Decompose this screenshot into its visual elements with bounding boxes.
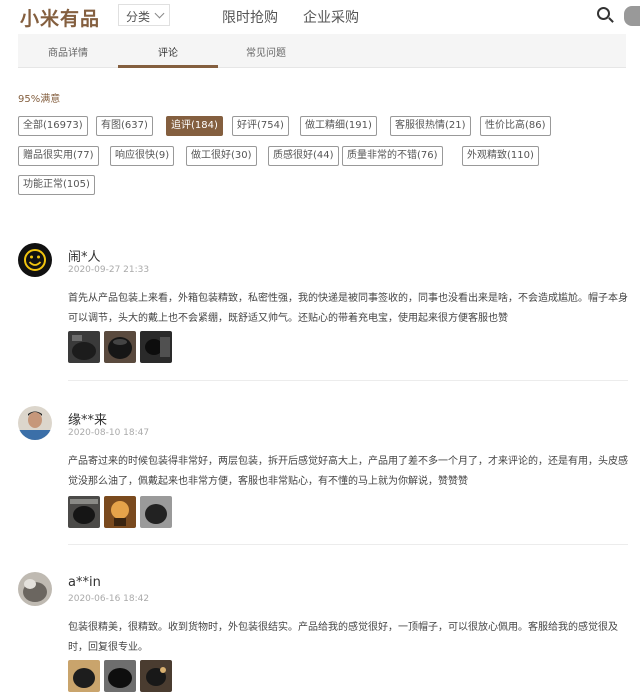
reviewer-avatar: [18, 406, 52, 440]
tag-works-normally[interactable]: 功能正常(105): [18, 175, 95, 195]
tag-good-workmanship[interactable]: 做工很好(30): [186, 146, 257, 166]
tag-exquisite-look[interactable]: 外观精致(110): [462, 146, 539, 166]
tag-follow-up[interactable]: 追评(184): [166, 116, 223, 136]
nav-flash-sale[interactable]: 限时抢购: [222, 7, 278, 27]
review-photo[interactable]: [140, 496, 172, 528]
tab-reviews[interactable]: 评论: [158, 44, 178, 59]
tag-good-texture[interactable]: 质感很好(44): [268, 146, 339, 166]
review-date: 2020-09-27 21:33: [68, 265, 150, 275]
reviewer-name: 缘**来: [68, 413, 108, 428]
tag-fast-response[interactable]: 响应很快(9): [110, 146, 175, 166]
reviewer-avatar: [18, 572, 52, 606]
tag-all[interactable]: 全部(16973): [18, 116, 88, 136]
satisfaction-rate: 95%满意: [18, 94, 61, 105]
review-photo[interactable]: [104, 496, 136, 528]
chevron-down-icon: [154, 8, 165, 19]
search-icon[interactable]: [596, 6, 616, 26]
tag-warm-service[interactable]: 客服很热情(21): [390, 116, 471, 136]
reviewer-avatar: [18, 243, 52, 277]
review-date: 2020-06-16 18:42: [68, 594, 150, 604]
product-tabs: 商品详情 评论 常见问题: [18, 34, 626, 68]
review-photo[interactable]: [104, 660, 136, 692]
reviewer-name: a**in: [68, 575, 101, 590]
nav-enterprise-purchase[interactable]: 企业采购: [303, 7, 359, 27]
review-divider: [68, 380, 628, 381]
review-text: 产品寄过来的时候包装得非常好，两层包装，拆开后感觉好高大上，产品用了差不多一个月…: [68, 456, 628, 487]
tab-faq[interactable]: 常见问题: [246, 44, 286, 59]
review-date: 2020-08-10 18:47: [68, 428, 150, 438]
reviewer-name: 闹*人: [68, 250, 101, 265]
review-photo[interactable]: [68, 660, 100, 692]
review-text: 首先从产品包装上来看，外箱包装精致，私密性强，我的快递是被同事签收的，同事也没看…: [68, 293, 628, 324]
review-photo[interactable]: [68, 496, 100, 528]
review-photo[interactable]: [68, 331, 100, 363]
active-tab-indicator: [118, 65, 218, 68]
review-photo[interactable]: [140, 660, 172, 692]
user-avatar[interactable]: [624, 6, 640, 26]
brand-logo[interactable]: 小米有品: [20, 4, 100, 31]
tag-great-quality[interactable]: 质量非常的不错(76): [342, 146, 443, 166]
tag-useful-gift[interactable]: 赠品很实用(77): [18, 146, 99, 166]
tag-value-for-money[interactable]: 性价比高(86): [480, 116, 551, 136]
tag-fine-workmanship[interactable]: 做工精细(191): [300, 116, 377, 136]
review-photo[interactable]: [140, 331, 172, 363]
review-divider: [68, 544, 628, 545]
review-text: 包装很精美，很精致。收到货物时，外包装很结实。产品给我的感觉很好，一顶帽子，可以…: [68, 622, 618, 653]
category-dropdown[interactable]: 分类: [118, 4, 170, 26]
top-header: 小米有品 分类 限时抢购 企业采购: [0, 0, 640, 34]
review-photo[interactable]: [104, 331, 136, 363]
tag-positive[interactable]: 好评(754): [232, 116, 289, 136]
tab-product-details[interactable]: 商品详情: [48, 44, 88, 59]
category-label: 分类: [126, 10, 151, 24]
tag-with-photos[interactable]: 有图(637): [96, 116, 153, 136]
